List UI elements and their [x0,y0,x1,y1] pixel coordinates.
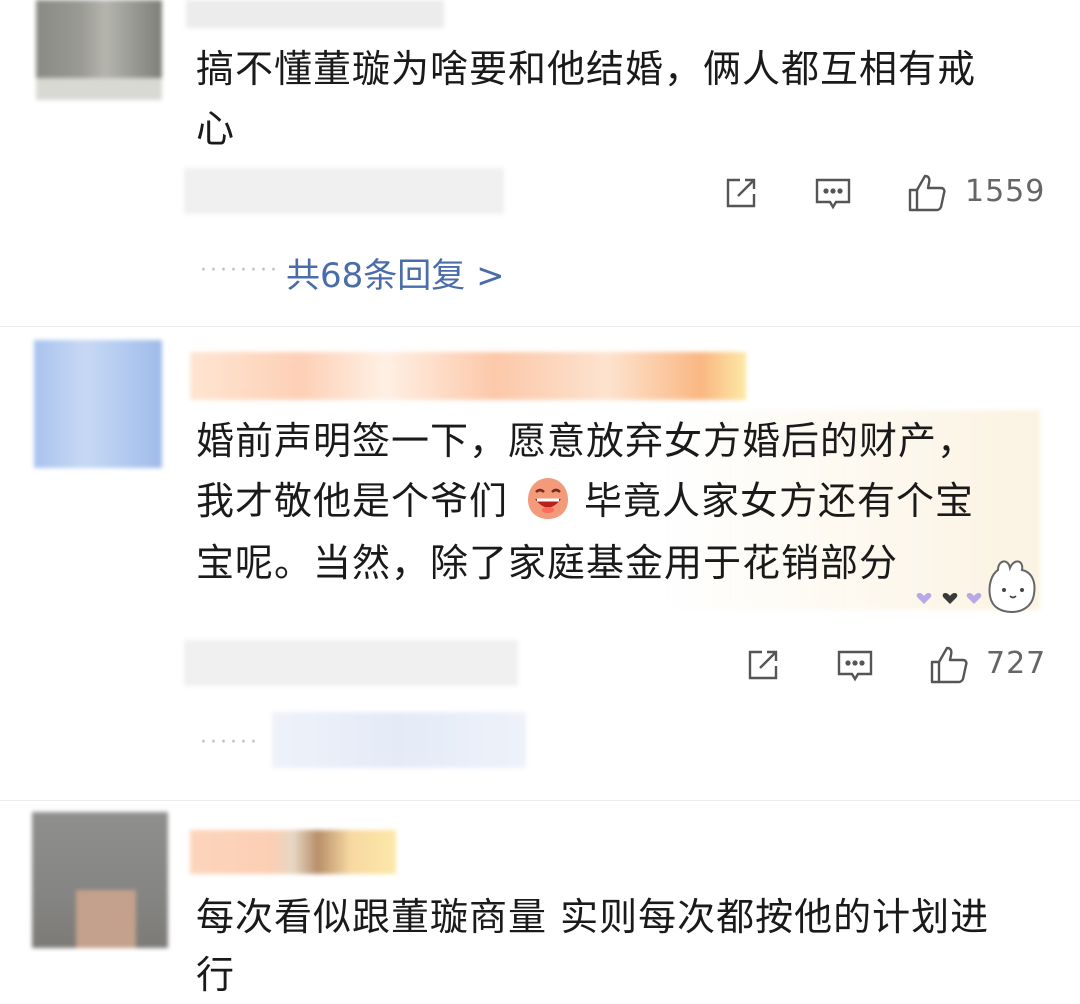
comment-icon[interactable] [834,644,876,686]
timestamp-redacted [184,168,504,214]
replies-link-redacted[interactable] [272,712,526,768]
comment-icon[interactable] [812,172,854,214]
username-redacted[interactable] [190,830,396,874]
comment-text-line2b: 毕竟人家女方还有个宝 [584,479,975,523]
like-count: 727 [986,646,1047,681]
share-icon[interactable] [742,644,784,686]
comment-text: 搞不懂董璇为啥要和他结婚，俩人都互相有戒 [196,47,977,91]
avatar[interactable] [32,812,168,948]
comment-text-line3: 宝呢。当然，除了家庭基金用于花销部分 [196,541,899,585]
like-icon[interactable] [906,172,948,214]
share-icon[interactable] [720,172,762,214]
reply-dots: ······ [200,730,260,755]
avatar[interactable] [36,0,162,100]
timestamp-redacted [184,640,518,686]
bunny-sticker-icon [912,556,1060,622]
comment-text: 婚前声明签一下，愿意放弃女方婚后的财产， [196,419,977,463]
laughing-emoji-icon [524,474,572,522]
comment-divider [0,800,1080,801]
like-icon[interactable] [928,644,970,686]
avatar[interactable] [34,340,162,468]
view-replies-link[interactable]: 共68条回复 > [286,248,505,297]
like-count: 1559 [965,174,1046,209]
comment-text-line2a: 我才敬他是个爷们 [196,479,509,523]
username-redacted[interactable] [190,352,746,400]
reply-dots: ········ [200,258,280,283]
comment-text: 每次看似跟董璇商量 实则每次都按他的计划进 [196,895,990,939]
comment-text-continued: 行 [196,953,236,997]
username-redacted[interactable] [186,0,444,28]
comment-divider [0,326,1080,327]
comment-text-continued: 心 [196,107,236,151]
